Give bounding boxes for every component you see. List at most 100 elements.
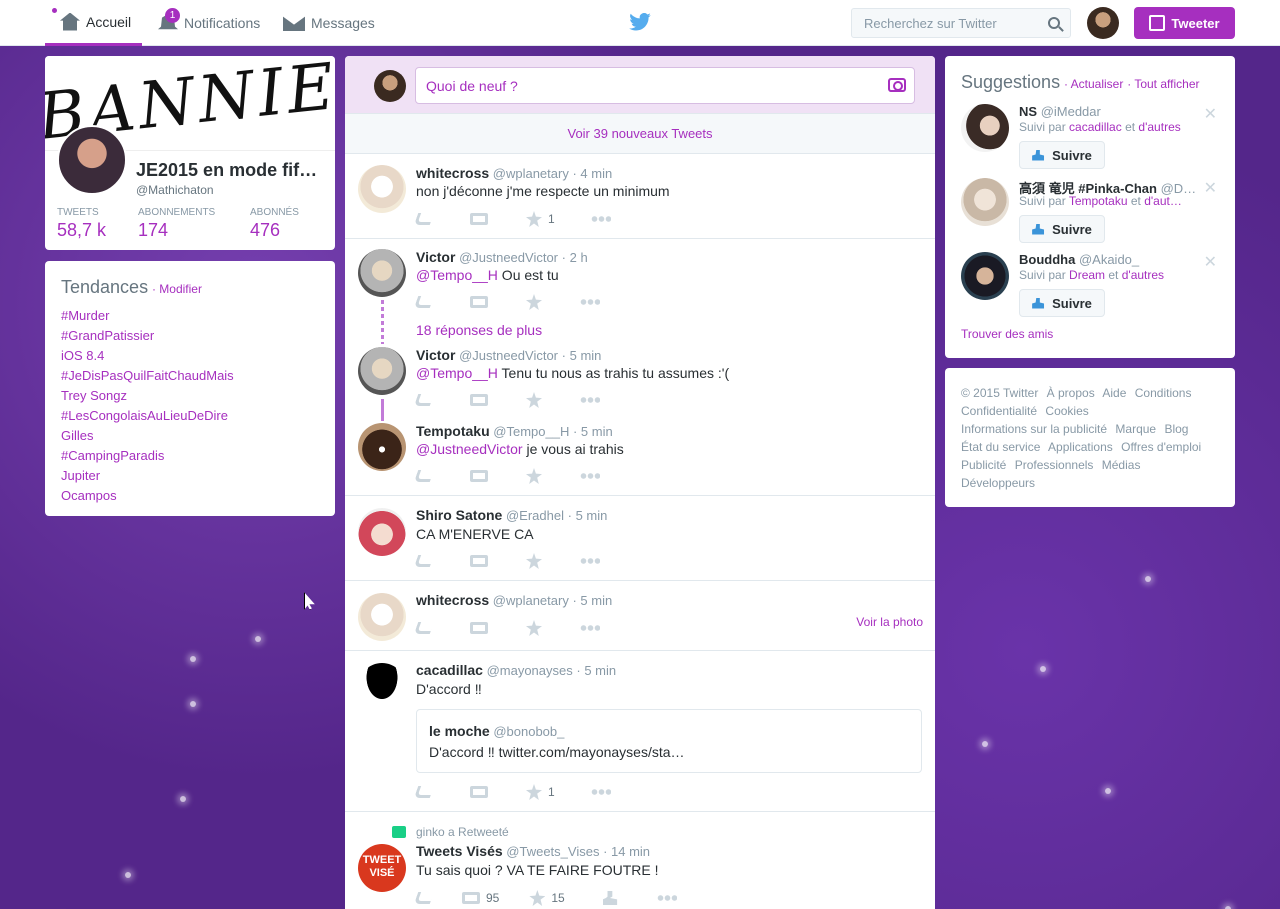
tweet-author-handle[interactable]: @JustneedVictor [459,348,558,363]
tweet-author-name[interactable]: Shiro Satone [416,507,502,523]
trend-item[interactable]: Ocampos [61,486,319,506]
footer-link[interactable]: Publicité [961,458,1006,472]
reply-icon[interactable] [413,296,435,308]
tweet-time[interactable]: · 4 min [572,166,612,181]
nav-home[interactable]: Accueil [45,0,142,46]
twitter-bird-icon[interactable] [629,13,651,31]
suggestion-avatar[interactable] [961,104,1009,152]
favorite-icon[interactable] [526,392,542,408]
favorite-icon[interactable] [526,553,542,569]
nav-messages[interactable]: Messages [283,0,375,46]
tweet-time[interactable]: · 5 min [562,348,602,363]
footer-link[interactable]: Cookies [1045,404,1088,418]
footer-link[interactable]: Conditions [1135,386,1192,400]
more-icon[interactable] [656,895,677,901]
tweet-time[interactable]: · 5 min [572,593,612,608]
search-icon[interactable] [1048,17,1060,29]
stat-followers[interactable]: ABONNÉS 476 [250,207,299,241]
trends-modify-link[interactable]: · Modifier [152,282,202,296]
tweet-time[interactable]: · 5 min [573,424,613,439]
tweet-mention[interactable]: @Tempo__H [416,365,498,381]
tweet-author-handle[interactable]: @JustneedVictor [459,250,558,265]
stat-following[interactable]: ABONNEMENTS 174 [138,207,215,241]
footer-link[interactable]: Aide [1102,386,1126,400]
profile-avatar[interactable] [57,125,127,195]
reply-icon[interactable] [413,622,435,634]
trend-item[interactable]: iOS 8.4 [61,346,319,366]
stat-tweets[interactable]: TWEETS 58,7 k [57,207,106,241]
follow-icon[interactable] [602,891,618,905]
tweet-time[interactable]: · 14 min [603,844,650,859]
trend-item[interactable]: #LesCongolaisAuLieuDeDire [61,406,319,426]
reply-icon[interactable] [413,555,435,567]
trend-item[interactable]: #Murder [61,306,319,326]
tweet-author-handle[interactable]: @wplanetary [493,166,569,181]
tweet-avatar[interactable] [358,165,406,213]
tweet-time[interactable]: · 2 h [562,250,588,265]
reply-icon[interactable] [413,892,435,904]
retweet-icon[interactable] [470,296,488,308]
footer-link[interactable]: À propos [1047,386,1095,400]
tweet[interactable]: Shiro Satone @Eradhel · 5 min CA M'ENERV… [345,496,935,581]
footer-link[interactable]: Médias [1102,458,1141,472]
compose-input[interactable]: Quoi de neuf ? [415,67,915,104]
tweet-author-name[interactable]: Tempotaku [416,423,490,439]
more-icon[interactable] [580,397,600,403]
reply-icon[interactable] [413,394,435,406]
footer-link[interactable]: Offres d'emploi [1121,440,1201,454]
tweet-author-handle[interactable]: @Eradhel [506,508,564,523]
retweet-icon[interactable] [470,470,488,482]
search-input[interactable]: Recherchez sur Twitter [851,8,1071,38]
suggestion-name[interactable]: NS @iMeddar [1019,104,1199,119]
trend-item[interactable]: Jupiter [61,466,319,486]
retweeted-by[interactable]: ginko a Retweeté [416,825,509,839]
tweet-author-handle[interactable]: @Tweets_Vises [506,844,599,859]
more-replies-link[interactable]: 18 réponses de plus [416,322,542,338]
footer-link[interactable]: Confidentialité [961,404,1037,418]
tweet-time[interactable]: · 5 min [576,663,616,678]
followed-by-others[interactable]: d'autres [1122,268,1164,282]
follow-button[interactable]: Suivre [1019,289,1105,317]
new-tweets-bar[interactable]: Voir 39 nouveaux Tweets [345,114,935,154]
user-avatar[interactable] [1087,7,1119,39]
followed-by-user[interactable]: Tempotaku [1069,194,1128,208]
tweet[interactable]: ginko a Retweeté TWEET VISÉ Tweets Visés… [345,812,935,909]
footer-link[interactable]: Applications [1048,440,1113,454]
reply-icon[interactable] [413,213,435,225]
tweet[interactable]: whitecross @wplanetary · 5 min Voir la p… [345,581,935,651]
tweet-avatar[interactable] [358,593,406,641]
suggestions-see-all-link[interactable]: · Tout afficher [1127,77,1199,91]
more-icon[interactable] [580,473,600,479]
dismiss-suggestion-icon[interactable]: ✕ [1204,104,1217,124]
more-icon[interactable] [590,789,611,795]
retweet-icon[interactable] [470,555,488,567]
profile-name[interactable]: JE2015 en mode fif… [136,160,317,181]
dismiss-suggestion-icon[interactable]: ✕ [1204,252,1217,272]
favorite-icon[interactable] [529,890,546,906]
favorite-icon[interactable] [526,211,542,227]
more-icon[interactable] [590,216,611,222]
suggestions-refresh-link[interactable]: · Actualiser [1064,77,1123,91]
retweet-icon[interactable] [470,786,488,798]
retweet-icon[interactable] [470,394,488,406]
footer-link[interactable]: Professionnels [1015,458,1094,472]
follow-button[interactable]: Suivre [1019,141,1105,169]
suggestion-avatar[interactable] [961,252,1009,300]
tweet-avatar[interactable] [358,508,406,556]
tweet-avatar[interactable] [358,423,406,471]
trend-item[interactable]: #JeDisPasQuilFaitChaudMais [61,366,319,386]
quoted-tweet[interactable]: le moche @bonobob_ D'accord ‼ twitter.co… [416,709,922,773]
tweet-avatar[interactable] [358,249,406,297]
footer-link[interactable]: Développeurs [961,476,1035,490]
tweet-avatar[interactable] [358,347,406,395]
tweet[interactable]: cacadillac @mayonayses · 5 min D'accord … [345,651,935,812]
followed-by-others[interactable]: d'aut… [1144,194,1182,208]
more-icon[interactable] [580,558,600,564]
tweet-author-name[interactable]: whitecross [416,165,489,181]
footer-link[interactable]: Informations sur la publicité [961,422,1107,436]
tweet-author-handle[interactable]: @mayonayses [487,663,573,678]
tweet-author-handle[interactable]: @wplanetary [493,593,569,608]
favorite-icon[interactable] [526,468,542,484]
tweet-author-handle[interactable]: @Tempo__H [493,424,569,439]
tweet-author-name[interactable]: Tweets Visés [416,843,503,859]
